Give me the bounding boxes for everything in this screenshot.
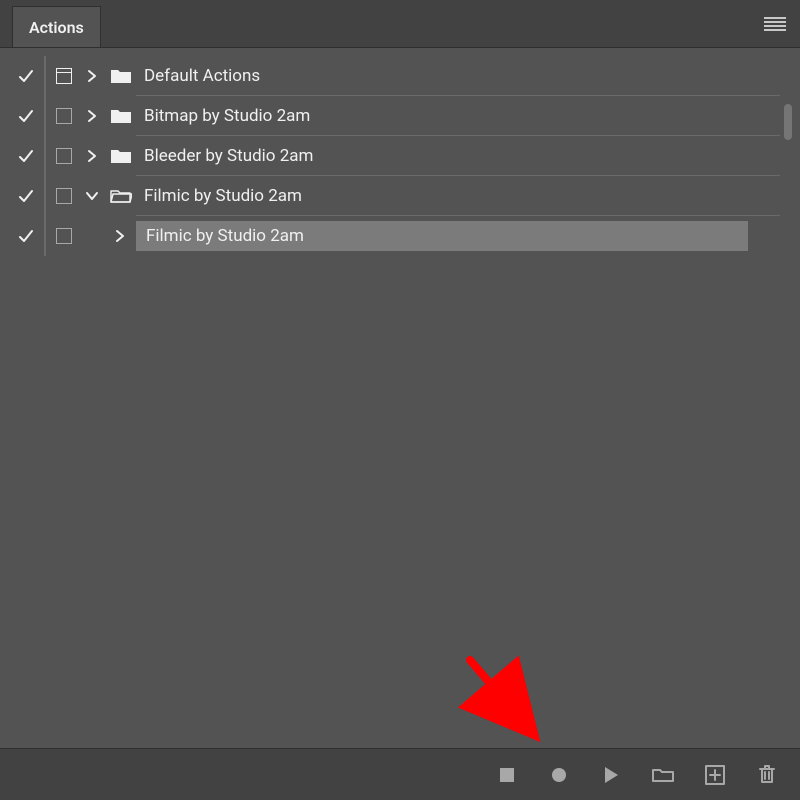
dialog-icon [56,68,72,84]
empty-box-icon [56,148,72,164]
trash-icon [757,764,777,786]
action-list: Default Actions [0,56,800,256]
label-wrap: Bitmap by Studio 2am [136,96,800,136]
scrollbar-thumb[interactable] [784,104,792,140]
toggle-check[interactable] [12,67,40,85]
chevron-right-icon [84,108,100,124]
check-icon [17,147,35,165]
check-icon [17,67,35,85]
label-wrap: Bleeder by Studio 2am [136,136,800,176]
tab-label: Actions [29,18,84,37]
modal-indicator[interactable] [50,228,78,244]
play-icon [602,766,620,784]
actions-panel: Actions [0,0,800,800]
play-button[interactable] [600,764,622,786]
folder-open-icon [110,187,132,205]
stop-icon [499,767,515,783]
delete-button[interactable] [756,764,778,786]
disclosure-toggle[interactable] [78,68,106,84]
action-set-row[interactable]: Filmic by Studio 2am [0,176,800,216]
disclosure-toggle[interactable] [78,148,106,164]
check-icon [17,107,35,125]
chevron-right-icon [112,228,128,244]
divider [44,176,46,216]
folder-icon [110,147,132,165]
disclosure-toggle[interactable] [78,188,106,204]
disclosure-toggle[interactable] [106,228,134,244]
panel-footer [0,748,800,800]
action-row[interactable]: Filmic by Studio 2am [0,216,800,256]
folder-indicator [106,147,136,165]
actions-tab[interactable]: Actions [12,6,101,47]
folder-indicator [106,67,136,85]
divider [44,96,46,136]
action-set-label: Filmic by Studio 2am [144,186,302,206]
action-set-row[interactable]: Bitmap by Studio 2am [0,96,800,136]
action-set-label: Bitmap by Studio 2am [144,106,310,126]
folder-icon [110,107,132,125]
folder-icon [110,67,132,85]
tab-group: Actions [0,0,101,47]
panel-tab-bar: Actions [0,0,800,48]
divider [44,56,46,96]
check-icon [17,187,35,205]
hamburger-icon [764,17,786,31]
modal-indicator[interactable] [50,188,78,204]
divider [44,136,46,176]
modal-indicator[interactable] [50,68,78,84]
selected-action[interactable]: Filmic by Studio 2am [136,221,748,251]
stop-button[interactable] [496,764,518,786]
action-set-label: Default Actions [144,66,260,86]
action-set-row[interactable]: Bleeder by Studio 2am [0,136,800,176]
chevron-right-icon [84,148,100,164]
record-button[interactable] [548,764,570,786]
label-wrap: Default Actions [136,56,800,96]
empty-box-icon [56,228,72,244]
modal-indicator[interactable] [50,108,78,124]
divider [44,216,46,256]
panel-content: Default Actions [0,48,800,748]
check-icon [17,227,35,245]
new-set-button[interactable] [652,764,674,786]
toggle-check[interactable] [12,107,40,125]
scrollbar[interactable] [780,96,796,698]
modal-indicator[interactable] [50,148,78,164]
toggle-check[interactable] [12,147,40,165]
chevron-right-icon [84,68,100,84]
toggle-check[interactable] [12,227,40,245]
chevron-down-icon [84,188,100,204]
folder-indicator [106,187,136,205]
folder-icon [652,766,674,784]
label-wrap: Filmic by Studio 2am [136,176,800,216]
disclosure-toggle[interactable] [78,108,106,124]
new-action-button[interactable] [704,764,726,786]
action-set-label: Bleeder by Studio 2am [144,146,313,166]
panel-menu-button[interactable] [764,0,800,47]
folder-indicator [106,107,136,125]
empty-box-icon [56,188,72,204]
action-label: Filmic by Studio 2am [146,226,304,246]
action-set-row[interactable]: Default Actions [0,56,800,96]
toggle-check[interactable] [12,187,40,205]
empty-box-icon [56,108,72,124]
record-icon [550,766,568,784]
new-icon [705,765,725,785]
